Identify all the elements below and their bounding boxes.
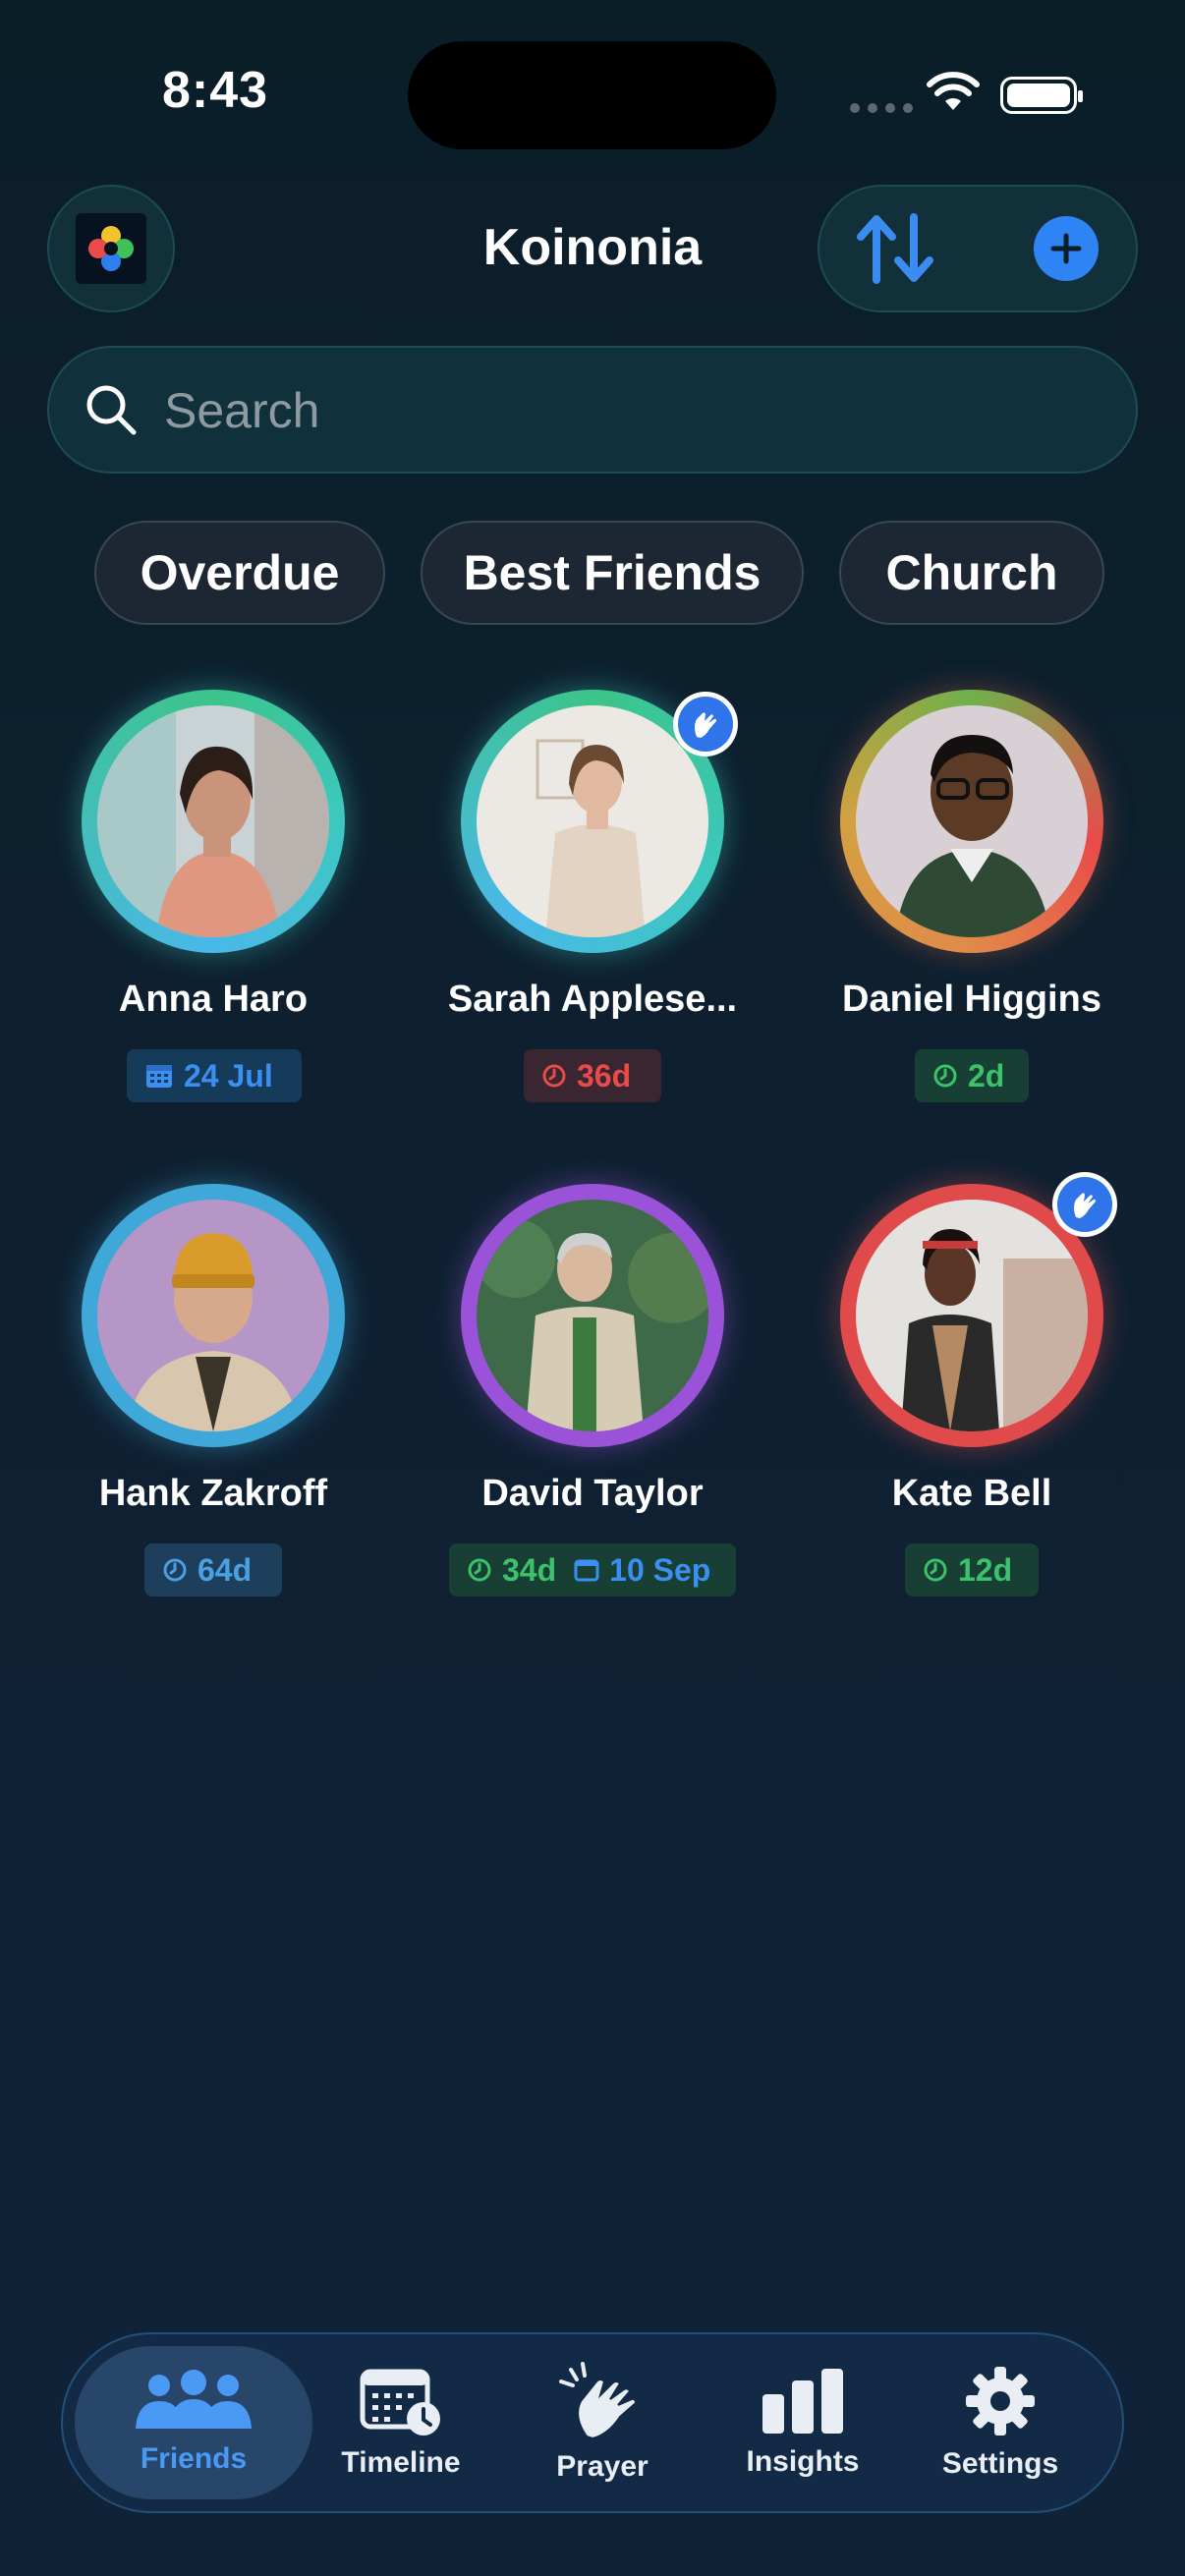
- friend-name: Anna Haro: [118, 979, 309, 1020]
- overdue-badge-text: 36d: [577, 1057, 632, 1093]
- praying-hands-icon: [1074, 1193, 1096, 1218]
- avatar: [477, 1200, 708, 1431]
- friend-card-kate-bell[interactable]: Kate Bell 12d: [805, 1172, 1139, 1606]
- status-ring: [82, 690, 345, 953]
- gear-icon: [966, 2367, 1035, 2436]
- search-icon: [86, 385, 137, 435]
- date-badge-text: 24 Jul: [184, 1057, 273, 1093]
- filter-chip-best-friends[interactable]: Best Friends: [421, 521, 804, 625]
- praying-hands-icon: [559, 2362, 638, 2440]
- sort-icon[interactable]: [855, 211, 935, 286]
- avatar: [856, 705, 1088, 937]
- friend-name: David Taylor: [481, 1473, 704, 1514]
- avatar: [97, 1200, 329, 1431]
- days-badge-text: 12d: [958, 1551, 1013, 1588]
- friend-name: Sarah Applese...: [447, 979, 738, 1020]
- praying-hands-icon: [695, 712, 716, 738]
- wifi-icon: [927, 72, 980, 110]
- avatar: [477, 705, 708, 937]
- tab-label: Settings: [941, 2447, 1059, 2480]
- date-badge-text: 10 Sep: [609, 1551, 711, 1588]
- tab-insights[interactable]: Insights: [729, 2346, 876, 2499]
- cellular-signal-icon: [850, 103, 913, 113]
- overdue-badge: 36d: [524, 1049, 661, 1102]
- add-friend-button[interactable]: [1034, 216, 1099, 281]
- calendar-icon: [574, 1559, 599, 1582]
- battery-icon: [1000, 77, 1083, 114]
- date-badge: 24 Jul: [127, 1049, 302, 1102]
- tab-label: Insights: [746, 2445, 860, 2478]
- plus-icon: [1050, 233, 1082, 264]
- tab-label: Prayer: [556, 2450, 649, 2483]
- friend-name: Hank Zakroff: [98, 1473, 328, 1514]
- filter-chip-church[interactable]: Church: [839, 521, 1104, 625]
- friend-name: Daniel Higgins: [842, 979, 1101, 1020]
- tab-label: Friends: [140, 2442, 248, 2475]
- calendar-icon: [146, 1065, 172, 1088]
- friend-card-hank-zakroff[interactable]: Hank Zakroff 64d: [46, 1184, 380, 1606]
- search-input[interactable]: [162, 371, 1090, 450]
- tab-friends[interactable]: Friends: [75, 2346, 312, 2499]
- friend-card-david-taylor[interactable]: David Taylor 34d 10 Sep: [425, 1184, 760, 1606]
- dynamic-island: [408, 41, 776, 149]
- calendar-clock-icon: [360, 2369, 440, 2436]
- filter-chip-overdue[interactable]: Overdue: [94, 521, 385, 625]
- days-badge-text: 2d: [968, 1057, 1005, 1093]
- friend-card-anna-haro[interactable]: Anna Haro 24 Jul: [46, 690, 380, 1112]
- status-time: 8:43: [162, 62, 269, 119]
- tab-label: Timeline: [341, 2446, 461, 2479]
- days-badge: 12d: [905, 1543, 1039, 1596]
- prayer-badge: [673, 692, 738, 756]
- people-icon: [136, 2370, 252, 2429]
- avatar: [856, 1200, 1088, 1431]
- avatar: [97, 705, 329, 937]
- days-badge: 64d: [144, 1543, 282, 1596]
- days-badge-text: 34d: [502, 1551, 557, 1588]
- friend-card-daniel-higgins[interactable]: Daniel Higgins 2d: [805, 690, 1139, 1112]
- days-badge: 2d: [915, 1049, 1029, 1102]
- tab-prayer[interactable]: Prayer: [529, 2346, 676, 2499]
- clock-icon: [468, 1558, 491, 1582]
- clock-icon: [542, 1064, 566, 1088]
- days-badge-text: 64d: [198, 1551, 253, 1588]
- friend-name: Kate Bell: [891, 1473, 1052, 1514]
- tab-timeline[interactable]: Timeline: [326, 2346, 476, 2499]
- friend-card-sarah-appleseed[interactable]: Sarah Applese... 36d: [425, 690, 760, 1112]
- prayer-badge: [1052, 1172, 1117, 1237]
- clock-icon: [933, 1064, 957, 1088]
- clock-icon: [163, 1558, 187, 1582]
- clock-icon: [924, 1558, 947, 1582]
- status-ring: [82, 1184, 345, 1447]
- status-ring: [461, 1184, 724, 1447]
- bar-chart-icon: [762, 2369, 843, 2434]
- tab-settings[interactable]: Settings: [924, 2346, 1077, 2499]
- days-date-badge: 34d 10 Sep: [449, 1543, 736, 1596]
- status-ring: [840, 690, 1103, 953]
